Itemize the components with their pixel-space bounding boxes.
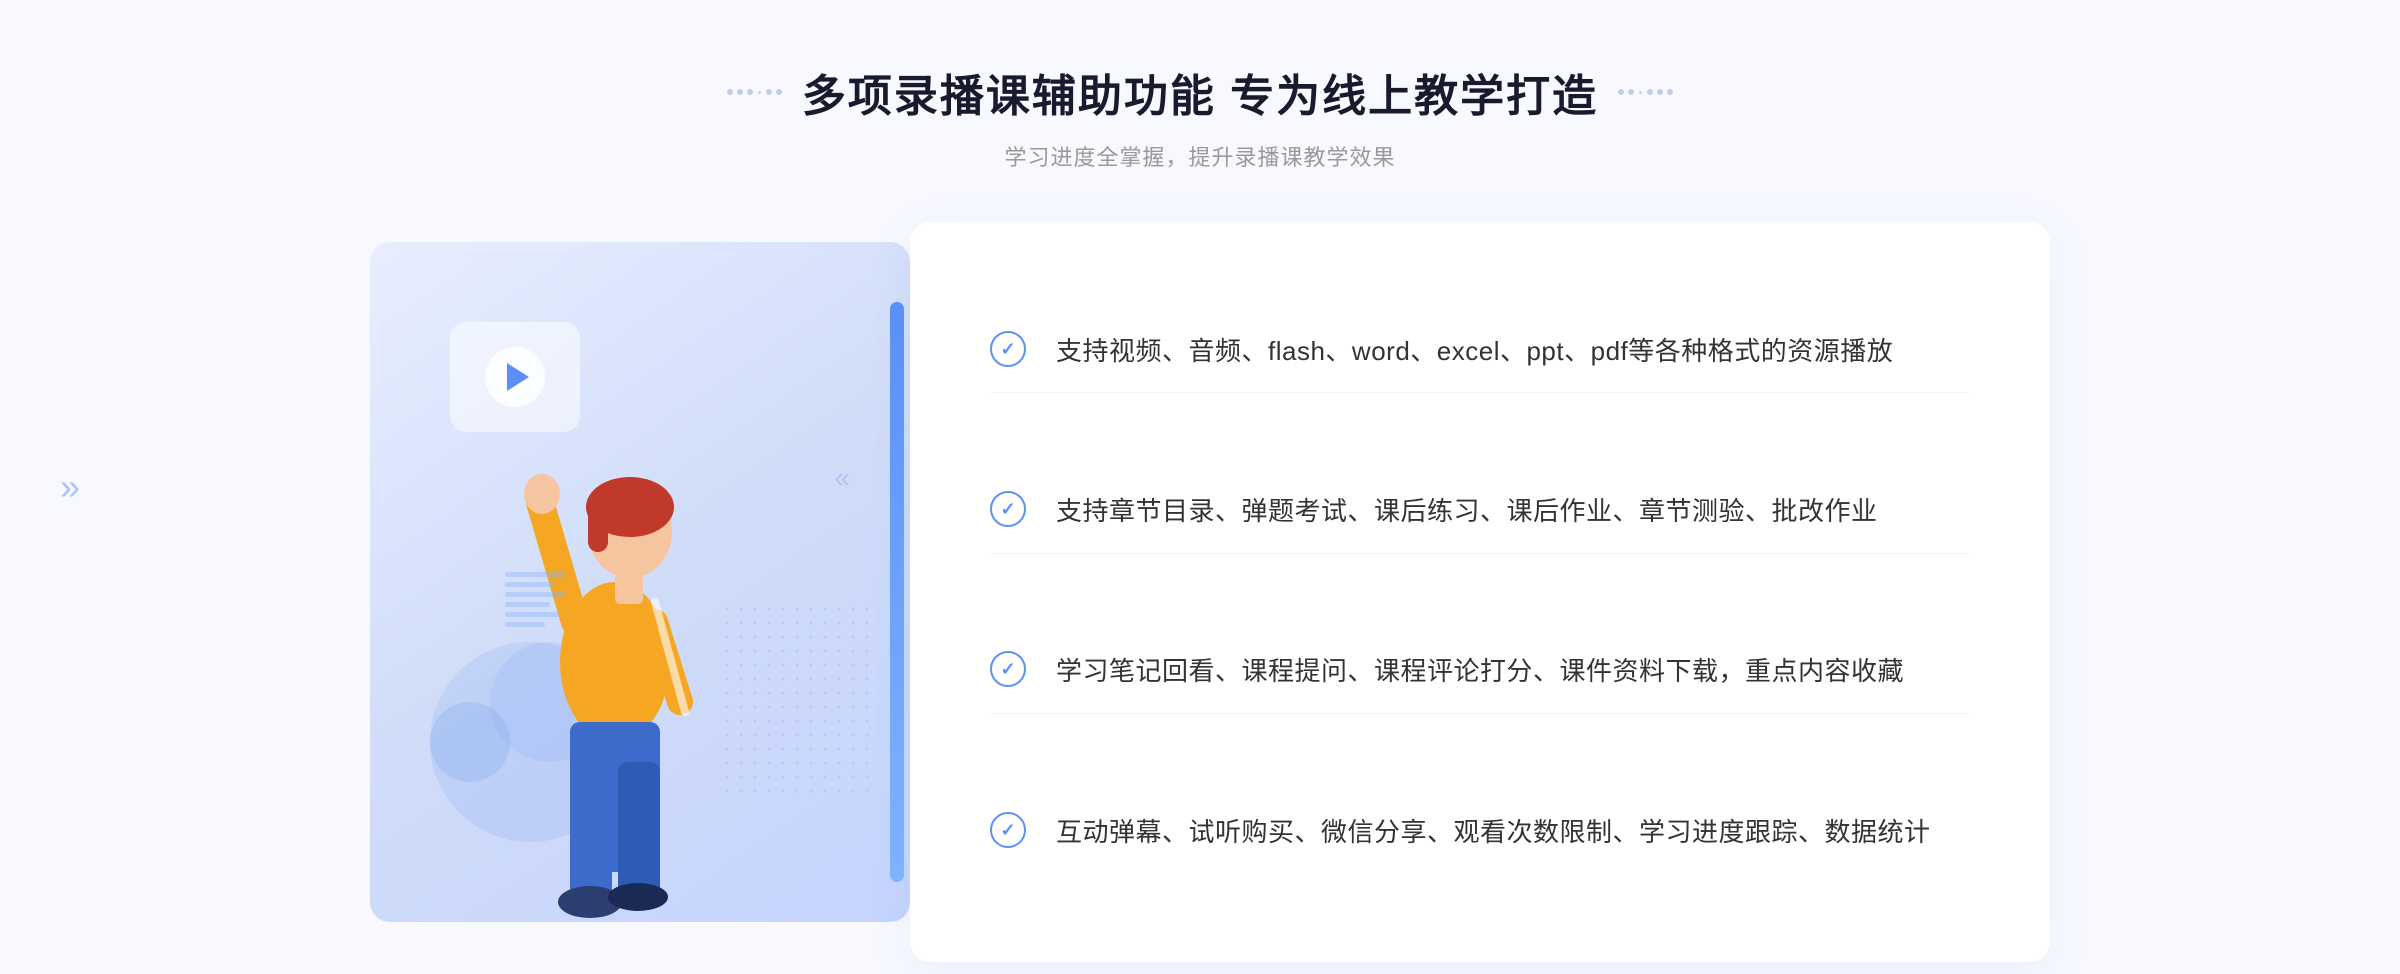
feature-text-4: 互动弹幕、试听购买、微信分享、观看次数限制、学习进度跟踪、数据统计: [1056, 812, 1931, 854]
feature-item-4: ✓ 互动弹幕、试听购买、微信分享、观看次数限制、学习进度跟踪、数据统计: [990, 792, 1970, 874]
check-icon-1: ✓: [990, 331, 1026, 367]
check-mark-3: ✓: [1000, 660, 1015, 678]
left-chevron-decoration: »: [60, 466, 80, 508]
content-area: «: [350, 222, 2050, 962]
check-mark-4: ✓: [1000, 821, 1015, 839]
feature-text-1: 支持视频、音频、flash、word、excel、ppt、pdf等各种格式的资源…: [1056, 331, 1893, 373]
title-deco-left: [727, 89, 782, 95]
feature-item-3: ✓ 学习笔记回看、课程提问、课程评论打分、课件资料下载，重点内容收藏: [990, 631, 1970, 714]
person-illustration: [430, 322, 810, 922]
title-deco-right: [1618, 89, 1673, 95]
check-icon-3: ✓: [990, 651, 1026, 687]
page-container: » 多项录播课辅助功能 专为线上教学打造 学习进度全掌握，提升录播课教学效果: [0, 0, 2400, 974]
feature-item-2: ✓ 支持章节目录、弹题考试、课后练习、课后作业、章节测验、批改作业: [990, 471, 1970, 554]
feature-text-3: 学习笔记回看、课程提问、课程评论打分、课件资料下载，重点内容收藏: [1056, 651, 1904, 693]
header-section: 多项录播课辅助功能 专为线上教学打造 学习进度全掌握，提升录播课教学效果: [727, 60, 1673, 172]
blue-accent-bar: [890, 302, 904, 882]
feature-text-2: 支持章节目录、弹题考试、课后练习、课后作业、章节测验、批改作业: [1056, 491, 1878, 533]
stripe-decoration: [505, 572, 565, 627]
page-title: 多项录播课辅助功能 专为线上教学打造: [802, 60, 1598, 124]
features-panel: ✓ 支持视频、音频、flash、word、excel、ppt、pdf等各种格式的…: [910, 222, 2050, 962]
feature-item-1: ✓ 支持视频、音频、flash、word、excel、ppt、pdf等各种格式的…: [990, 311, 1970, 394]
page-subtitle: 学习进度全掌握，提升录播课教学效果: [727, 140, 1673, 172]
illustration-background: «: [370, 242, 910, 922]
left-illustration-panel: «: [350, 222, 930, 942]
check-icon-4: ✓: [990, 812, 1026, 848]
check-mark-1: ✓: [1000, 340, 1015, 358]
title-row: 多项录播课辅助功能 专为线上教学打造: [727, 60, 1673, 124]
check-mark-2: ✓: [1000, 500, 1015, 518]
check-icon-2: ✓: [990, 491, 1026, 527]
small-circle-decoration-left: [430, 702, 510, 782]
inner-chevrons-decoration: «: [834, 462, 850, 494]
